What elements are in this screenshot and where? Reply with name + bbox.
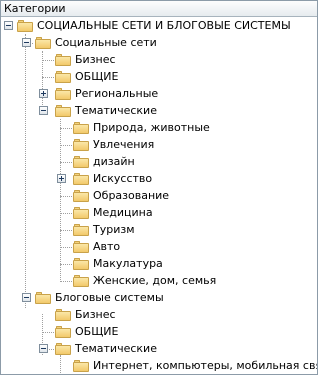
tree-node-label: Бизнес	[75, 53, 116, 66]
folder-open-icon	[35, 37, 51, 49]
tree-node-regional[interactable]: Региональные	[1, 85, 317, 102]
folder-icon	[73, 241, 89, 253]
tree-node-label: Социальные сети	[55, 36, 157, 49]
tree-node-education[interactable]: Образование	[1, 187, 317, 204]
tree-node-thematic[interactable]: Тематические	[1, 102, 317, 119]
folder-icon	[73, 173, 89, 185]
tree-node-label: Туризм	[93, 223, 135, 236]
tree-node-waste-paper[interactable]: Макулатура	[1, 255, 317, 272]
tree-node-auto[interactable]: Авто	[1, 238, 317, 255]
expand-toggle[interactable]	[57, 174, 66, 183]
expand-toggle[interactable]	[39, 89, 48, 98]
tree-node-design[interactable]: дизайн	[1, 153, 317, 170]
tree-node-business[interactable]: Бизнес	[1, 51, 317, 68]
collapse-toggle[interactable]	[39, 106, 48, 115]
collapse-toggle[interactable]	[4, 21, 13, 30]
folder-icon	[73, 122, 89, 134]
category-tree[interactable]: СОЦИАЛЬНЫЕ СЕТИ И БЛОГОВЫЕ СИСТЕМЫ Социа…	[1, 17, 317, 374]
folder-icon	[55, 54, 71, 66]
tree-node-label: ОБЩИЕ	[75, 70, 119, 83]
tree-node-art[interactable]: Искусство	[1, 170, 317, 187]
tree-node-label: СОЦИАЛЬНЫЕ СЕТИ И БЛОГОВЫЕ СИСТЕМЫ	[37, 19, 291, 32]
folder-open-icon	[55, 105, 71, 117]
tree-node-hobbies[interactable]: Увлечения	[1, 136, 317, 153]
tree-node-blog-systems[interactable]: Блоговые системы	[1, 289, 317, 306]
folder-icon	[73, 139, 89, 151]
collapse-toggle[interactable]	[22, 38, 31, 47]
tree-node-blog-thematic[interactable]: Тематические	[1, 340, 317, 357]
tree-node-label: Авто	[93, 240, 121, 253]
tree-node-label: Медицина	[93, 206, 153, 219]
tree-node-label: Бизнес	[75, 308, 116, 321]
folder-icon	[73, 207, 89, 219]
tree-node-label: Увлечения	[93, 138, 155, 151]
tree-node-label: Женские, дом, семья	[93, 274, 217, 287]
tree-node-tourism[interactable]: Туризм	[1, 221, 317, 238]
tree-node-label: Блоговые системы	[55, 291, 164, 304]
panel-header: Категории	[1, 1, 317, 17]
folder-icon	[73, 190, 89, 202]
categories-panel: Категории СОЦИАЛЬНЫЕ СЕТИ И БЛОГОВЫЕ СИС…	[0, 0, 318, 375]
folder-icon	[55, 309, 71, 321]
tree-node-label: Природа, животные	[93, 121, 210, 134]
tree-node-women-home-family[interactable]: Женские, дом, семья	[1, 272, 317, 289]
tree-node-label: дизайн	[93, 155, 135, 168]
tree-node-social-networks[interactable]: Социальные сети	[1, 34, 317, 51]
tree-node-label: Макулатура	[93, 257, 163, 270]
collapse-toggle[interactable]	[39, 344, 48, 353]
tree-node-label: Образование	[93, 189, 170, 202]
folder-icon	[55, 88, 71, 100]
tree-node-label: Тематические	[75, 342, 157, 355]
folder-icon	[73, 224, 89, 236]
folder-icon	[73, 258, 89, 270]
folder-icon	[55, 71, 71, 83]
tree-node-blog-general[interactable]: ОБЩИЕ	[1, 323, 317, 340]
folder-open-icon	[35, 292, 51, 304]
folder-open-icon	[17, 20, 33, 32]
folder-icon	[73, 275, 89, 287]
tree-node-label: ОБЩИЕ	[75, 325, 119, 338]
tree-node-general[interactable]: ОБЩИЕ	[1, 68, 317, 85]
tree-node-label: Региональные	[75, 87, 159, 100]
folder-icon	[73, 156, 89, 168]
folder-icon	[73, 360, 89, 372]
collapse-toggle[interactable]	[22, 293, 31, 302]
tree-node-medicine[interactable]: Медицина	[1, 204, 317, 221]
tree-node-internet-computers-mobile[interactable]: Интернет, компьютеры, мобильная связь	[1, 357, 317, 374]
tree-node-label: Искусство	[93, 172, 153, 185]
tree-node-label: Тематические	[75, 104, 157, 117]
tree-node-root[interactable]: СОЦИАЛЬНЫЕ СЕТИ И БЛОГОВЫЕ СИСТЕМЫ	[1, 17, 317, 34]
folder-open-icon	[55, 343, 71, 355]
tree-node-nature[interactable]: Природа, животные	[1, 119, 317, 136]
tree-node-blog-business[interactable]: Бизнес	[1, 306, 317, 323]
tree-node-label: Интернет, компьютеры, мобильная связь	[93, 359, 317, 372]
folder-icon	[55, 326, 71, 338]
